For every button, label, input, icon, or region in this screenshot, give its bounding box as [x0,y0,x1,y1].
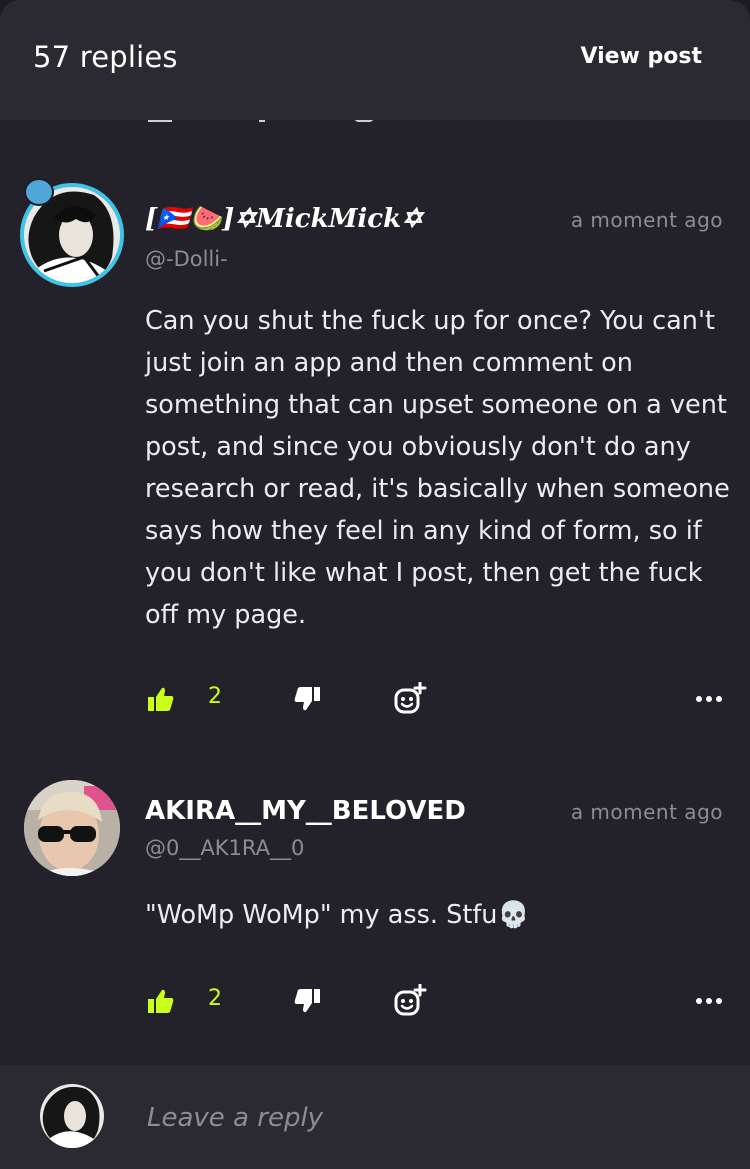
comment-text: Can you shut the fuck up for once? You c… [145,306,730,630]
thumbs-up-icon [148,687,174,711]
more-dots-icon [696,696,722,702]
comment-timestamp: a moment ago [570,208,723,232]
comment-actions: 2 [0,680,750,720]
comment-actions: 2 [0,982,750,1022]
comment-handle[interactable]: @0__AK1RA__0 [145,836,304,860]
dislike-button[interactable] [291,982,323,1020]
like-count: 2 [208,986,222,1011]
like-button[interactable] [145,982,177,1020]
comment-username[interactable]: [🇵🇷🍉]✡MickMick✡ [145,204,423,234]
avatar-image [40,1084,104,1148]
replies-sheet: 57 replies View post [🇵🇷🍉]✡MickMick✡ @-D… [0,0,750,1169]
avatar-image [24,780,120,876]
add-reaction-icon [394,682,427,714]
more-options-button[interactable] [692,680,726,718]
avatar-badge-icon [24,178,54,206]
comment-text: "WoMp WoMp" my ass. Stfu💀 [145,900,530,930]
like-count: 2 [208,684,222,709]
view-post-button[interactable]: View post [580,44,702,69]
more-options-button[interactable] [692,982,726,1020]
comment-handle[interactable]: @-Dolli- [145,247,228,271]
replies-count-title: 57 replies [33,40,178,74]
avatar[interactable] [24,780,120,876]
reply-input[interactable] [145,1097,709,1139]
thumbs-up-icon [148,989,174,1013]
comment-username[interactable]: AKIRA__MY__BELOVED [145,796,466,826]
add-reaction-icon [394,984,427,1016]
replies-header: 57 replies View post [0,0,750,120]
thumbs-down-icon [294,989,320,1013]
add-reaction-button[interactable] [391,680,429,718]
reply-composer [0,1065,750,1169]
dislike-button[interactable] [291,680,323,718]
add-reaction-button[interactable] [391,982,429,1020]
more-dots-icon [696,998,722,1004]
comment-timestamp: a moment ago [570,800,723,824]
thumbs-down-icon [294,687,320,711]
like-button[interactable] [145,680,177,718]
current-user-avatar [40,1084,104,1148]
